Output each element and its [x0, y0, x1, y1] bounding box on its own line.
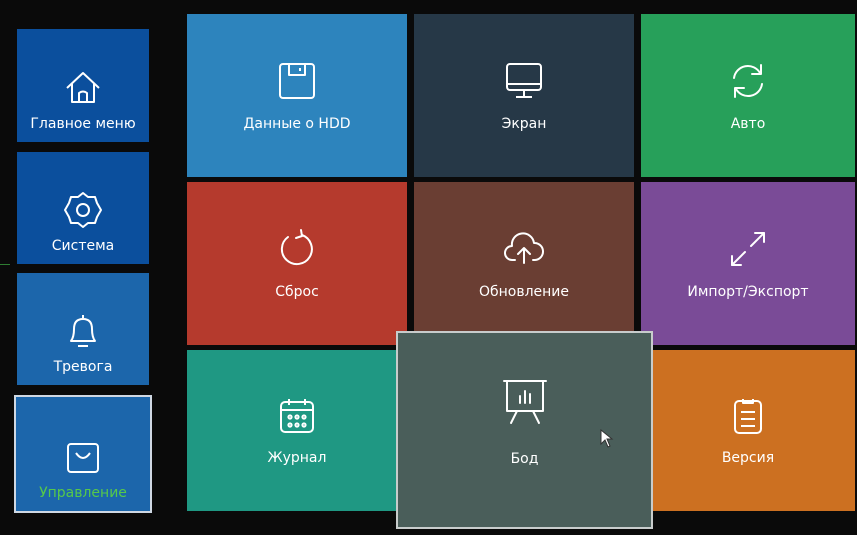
sidebar-item-alarm[interactable]: Тревога [17, 273, 149, 385]
calendar-icon [277, 396, 317, 436]
gear-icon [63, 190, 103, 230]
clipboard-icon [728, 396, 768, 436]
tile-label: Импорт/Экспорт [687, 283, 809, 300]
tile-auto[interactable]: Авто [641, 14, 855, 177]
sidebar-item-management[interactable]: Управление [14, 395, 152, 513]
tile-label: Обновление [478, 283, 570, 300]
tile-screen[interactable]: Экран [414, 14, 634, 177]
tile-version[interactable]: Версия [641, 350, 855, 511]
tile-label: Экран [501, 115, 547, 132]
mouse-cursor-icon [600, 429, 614, 449]
tile-label: Версия [721, 449, 775, 466]
tile-label: Авто [730, 115, 766, 132]
bell-icon [63, 311, 103, 351]
expand-arrows-icon [727, 228, 769, 270]
tile-reset[interactable]: Сброс [187, 182, 407, 345]
edge-marker [0, 264, 10, 265]
cloud-upload-icon [503, 228, 545, 270]
tile-hdd-info[interactable]: Данные о HDD [187, 14, 407, 177]
tile-import-export[interactable]: Импорт/Экспорт [641, 182, 855, 345]
reset-icon [276, 228, 318, 270]
home-icon [63, 68, 103, 108]
tile-update[interactable]: Обновление [414, 182, 634, 345]
sidebar-item-label: Система [51, 238, 115, 254]
refresh-icon [727, 60, 769, 102]
tile-label: Данные о HDD [243, 115, 351, 132]
sidebar-item-system[interactable]: Система [17, 152, 149, 264]
presentation-chart-icon [500, 377, 550, 427]
sidebar-item-label: Управление [39, 485, 127, 501]
bag-icon [63, 437, 103, 477]
tile-baud[interactable]: Бод [396, 331, 653, 529]
tile-label: Сброс [275, 283, 319, 300]
tile-label: Бод [510, 451, 539, 467]
floppy-disk-icon [276, 60, 318, 102]
monitor-icon [503, 60, 545, 102]
sidebar-item-label: Тревога [53, 359, 113, 375]
tile-log[interactable]: Журнал [187, 350, 407, 511]
tile-label: Журнал [267, 449, 327, 466]
sidebar-item-label: Главное меню [30, 116, 136, 132]
sidebar-item-main-menu[interactable]: Главное меню [17, 29, 149, 142]
main-menu-screen: Главное меню Система Тревога Управление … [0, 0, 857, 535]
